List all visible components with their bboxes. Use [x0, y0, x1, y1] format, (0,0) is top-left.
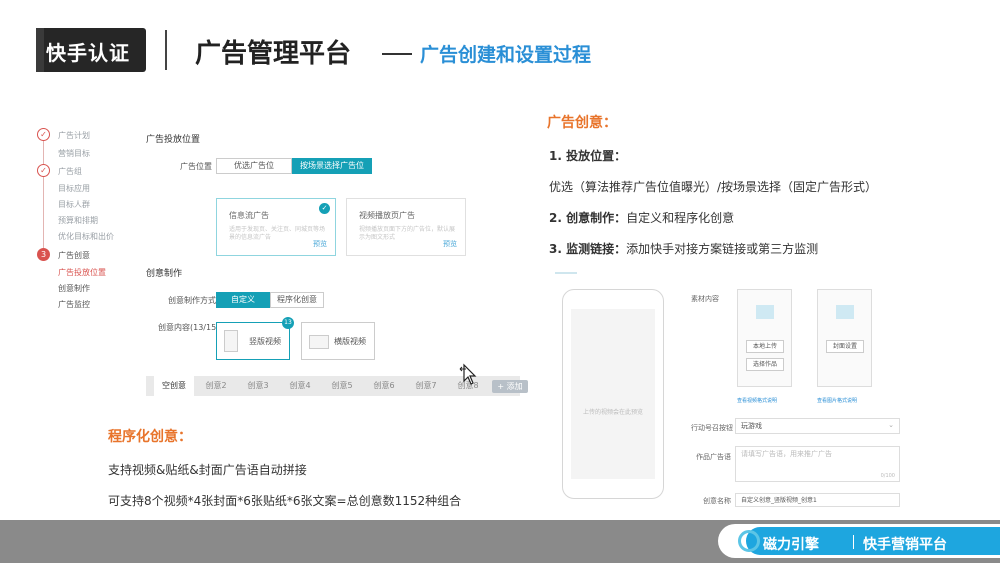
phone-screen: 上传的视频会在此预览: [571, 309, 655, 479]
tab-empty-creative[interactable]: 空创意: [154, 376, 194, 396]
programmatic-line-1: 支持视频&贴纸&封面广告语自动拼接: [108, 463, 307, 477]
placement-option-scene[interactable]: 按场景选择广告位: [292, 158, 372, 174]
card-title: 信息流广告: [229, 211, 269, 220]
tab-creative[interactable]: 创意2: [196, 376, 236, 396]
phone-preview: 上传的视频会在此预览: [562, 289, 664, 499]
creative-mode-programmatic[interactable]: 程序化创意: [270, 292, 324, 308]
placement-option-optimized[interactable]: 优选广告位: [216, 158, 292, 174]
caption-placeholder: 请填写广告语，用来推广广告: [741, 450, 832, 458]
page-title: 广告管理平台: [195, 39, 352, 69]
point-1-head-text: 1. 投放位置：: [549, 149, 627, 163]
step-done-icon: ✓: [37, 164, 50, 177]
card-preview-link[interactable]: 预览: [443, 239, 457, 249]
option-label: 竖版视频: [249, 337, 281, 346]
video-material-card: 本地上传 选择作品: [737, 289, 792, 387]
programmatic-heading: 程序化创意：: [108, 429, 192, 445]
step-item[interactable]: 目标人群: [58, 199, 90, 210]
magnetic-engine-logo-icon: [738, 530, 760, 552]
step-number-icon: 3: [37, 248, 50, 261]
vertical-video-option[interactable]: 竖版视频 13: [216, 317, 294, 360]
card-preview-link[interactable]: 预览: [313, 239, 327, 249]
option-label: 横版视频: [334, 337, 366, 346]
brand-separator: [853, 535, 854, 549]
cover-material-card: 封面设置: [817, 289, 872, 387]
image-spec-link[interactable]: 查看图片格式说明: [817, 397, 857, 404]
image-icon: [836, 305, 854, 319]
material-label: 素材内容: [691, 295, 719, 303]
creative-name-label: 创意名称: [703, 497, 731, 505]
tab-creative[interactable]: 创意7: [406, 376, 446, 396]
horizontal-video-icon: [309, 335, 329, 349]
tab-creative[interactable]: 创意4: [280, 376, 320, 396]
video-page-ad-card[interactable]: 视频播放页广告 视频播放页面下方的广告位，默认展示为图文形式 预览: [346, 198, 466, 256]
video-spec-link[interactable]: 查看视频格式说明: [737, 397, 777, 404]
card-title: 视频播放页广告: [359, 211, 415, 220]
caption-count: 0/100: [880, 473, 895, 479]
step-item[interactable]: 营销目标: [58, 148, 90, 159]
footer-brand: 磁力引擎 快手营销平台: [718, 524, 1000, 558]
ad-creative-heading: 广告创意：: [547, 115, 617, 131]
tab-creative[interactable]: 创意5: [322, 376, 362, 396]
brand-name-1: 磁力引擎: [763, 537, 819, 553]
creative-mode-custom[interactable]: 自定义: [216, 292, 270, 308]
step-item-active[interactable]: 广告投放位置: [58, 267, 106, 278]
upload-local-button[interactable]: 本地上传: [746, 340, 784, 353]
step-item[interactable]: 广告组: [58, 166, 82, 177]
tab-creative[interactable]: 创意6: [364, 376, 404, 396]
step-item[interactable]: 创意制作: [58, 283, 90, 294]
placement-label: 广告位置: [180, 162, 212, 171]
creative-content-label: 创意内容(13/15): [158, 323, 220, 332]
caption-textarea[interactable]: 请填写广告语，用来推广广告 0/100: [735, 446, 900, 482]
choose-work-button[interactable]: 选择作品: [746, 358, 784, 371]
vertical-video-icon: [224, 330, 238, 352]
feed-ad-card[interactable]: 信息流广告 适用于发现页、关注页、同城页等场景的信息流广告 预览 ✓: [216, 198, 336, 256]
point-3-body: 添加快手对接方案链接或第三方监测: [626, 242, 819, 256]
check-icon: ✓: [319, 203, 330, 214]
step-item[interactable]: 预算和排期: [58, 215, 98, 226]
action-button-select[interactable]: 玩游戏 ⌄: [735, 418, 900, 434]
step-item[interactable]: 优化目标和出价: [58, 231, 114, 242]
slide-header: 快手认证 广告管理平台 广告创建和设置过程: [0, 0, 1000, 95]
video-play-icon: [756, 305, 774, 319]
move-cursor-icon: [459, 363, 477, 385]
placement-section-title: 广告投放位置: [146, 135, 201, 145]
step-done-icon: ✓: [37, 128, 50, 141]
caption-label: 作品广告语: [696, 453, 731, 461]
kuaishou-certified-logo: 快手认证: [36, 28, 146, 72]
action-button-label: 行动号召按钮: [691, 424, 733, 432]
action-button-value: 玩游戏: [741, 422, 762, 430]
step-item[interactable]: 广告创意: [58, 250, 90, 261]
ad-creation-screenshot: ✓ ✓ 3 广告计划 营销目标 广告组 目标应用 目标人群 预算和排期 优化目标…: [28, 118, 528, 408]
title-dash: [382, 53, 412, 55]
brand-name-2: 快手营销平台: [863, 537, 947, 553]
point-1-body: 优选（算法推荐广告位值曝光）/按场景选择（固定广告形式）: [549, 180, 878, 194]
horizontal-video-option[interactable]: 横版视频: [301, 322, 375, 360]
logo-text: 快手认证: [46, 41, 130, 65]
section-rule: [555, 272, 577, 274]
step-item[interactable]: 广告计划: [58, 130, 90, 141]
point-2-body: 自定义和程序化创意: [626, 211, 735, 225]
cover-setting-button[interactable]: 封面设置: [826, 340, 864, 353]
point-2: 2. 创意制作：自定义和程序化创意: [549, 209, 734, 226]
tab-creative[interactable]: 创意3: [238, 376, 278, 396]
chevron-down-icon: ⌄: [888, 421, 894, 429]
count-badge: 13: [282, 317, 294, 329]
point-1-head: 1. 投放位置：: [549, 147, 626, 164]
point-2-head: 2. 创意制作：: [549, 211, 627, 225]
point-3: 3. 监测链接：添加快手对接方案链接或第三方监测: [549, 240, 818, 257]
page-subtitle: 广告创建和设置过程: [420, 44, 592, 66]
point-3-head: 3. 监测链接：: [549, 242, 627, 256]
preview-hint: 上传的视频会在此预览: [582, 409, 643, 416]
step-item[interactable]: 目标应用: [58, 183, 90, 194]
header-divider: [165, 30, 167, 70]
programmatic-line-2: 可支持8个视频*4张封面*6张贴纸*6张文案=总创意数1152种组合: [108, 494, 462, 508]
add-creative-button[interactable]: + 添加: [492, 380, 528, 393]
step-connector: [43, 176, 44, 248]
creative-section-title: 创意制作: [146, 269, 183, 279]
creative-mode-label: 创意制作方式: [168, 296, 216, 305]
creative-editor-screenshot: 上传的视频会在此预览 素材内容 本地上传 选择作品 封面设置 查看视频格式说明 …: [535, 272, 955, 508]
creative-name-input[interactable]: 自定义创意_竖版视频_创意1: [735, 493, 900, 507]
step-item[interactable]: 广告监控: [58, 299, 90, 310]
